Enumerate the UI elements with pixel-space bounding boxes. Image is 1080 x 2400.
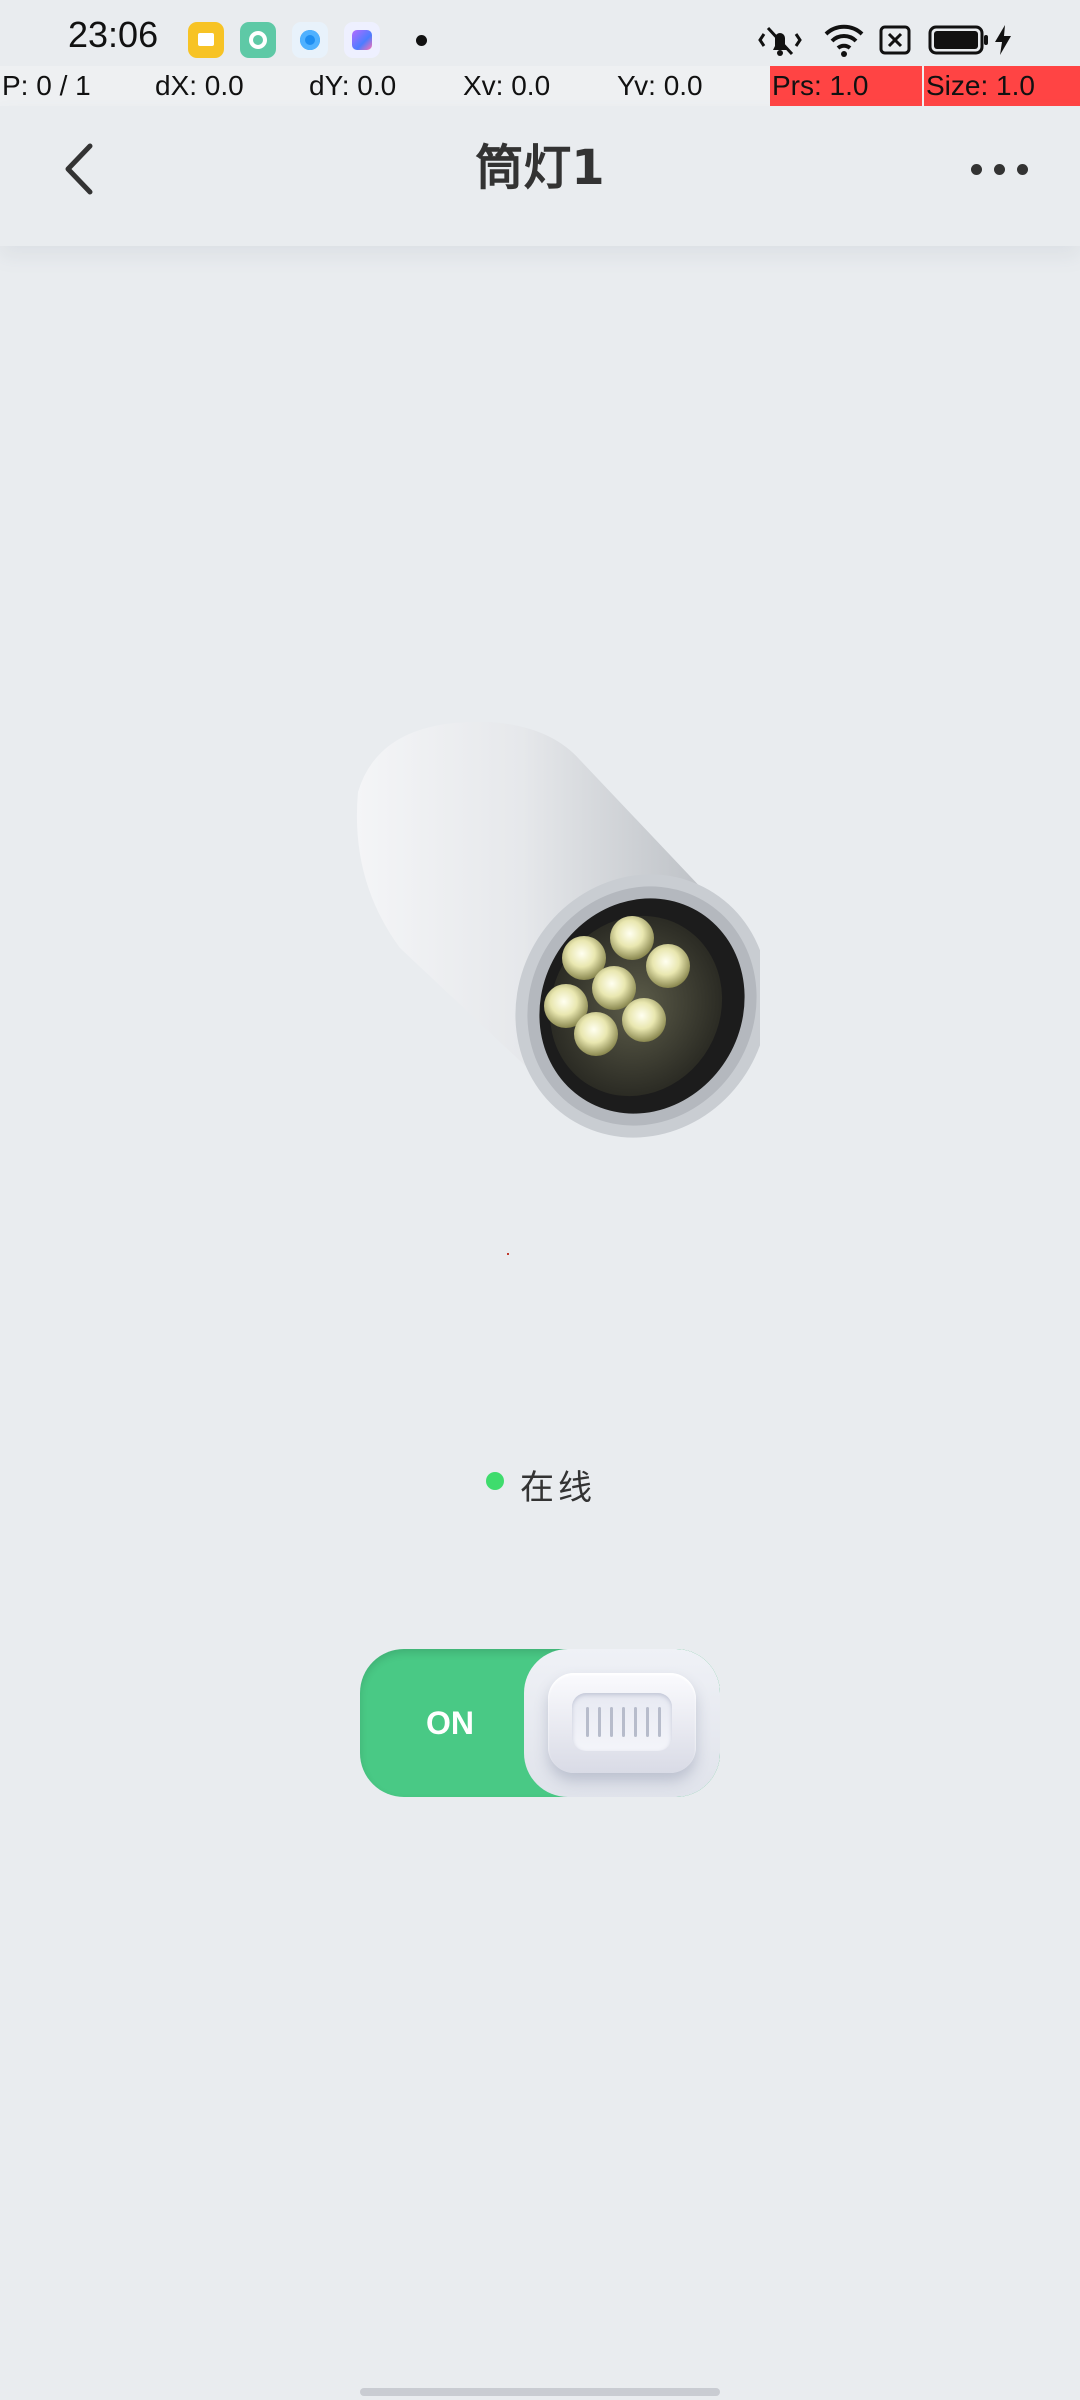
- wifi-icon: [824, 24, 864, 57]
- home-indicator[interactable]: [360, 2388, 720, 2396]
- charging-icon: [995, 25, 1011, 55]
- page-title: 筒灯1: [475, 140, 605, 196]
- pointer-xv: Xv: 0.0: [463, 70, 551, 101]
- pointer-yv: Yv: 0.0: [617, 70, 703, 101]
- online-status-label: 在线: [520, 1468, 596, 1508]
- game-center-icon: [344, 22, 380, 58]
- camera-icon: [240, 22, 276, 58]
- pointer-count: P: 0 / 1: [2, 70, 91, 101]
- knob-grip-icon: [572, 1693, 672, 1751]
- status-time: 23:06: [68, 14, 159, 55]
- pointer-size: Size: 1.0: [924, 66, 1080, 106]
- back-button[interactable]: [50, 126, 114, 210]
- downlight-illustration: [356, 721, 760, 1138]
- status-bar: 23:06: [0, 0, 1080, 66]
- mute-vibrate-icon: [758, 26, 802, 56]
- pointer-dx: dX: 0.0: [155, 70, 244, 101]
- pointer-debug-bar: P: 0 / 1 dX: 0.0 dY: 0.0 Xv: 0.0 Yv: 0.0…: [0, 66, 1080, 106]
- toggle-knob[interactable]: [548, 1673, 696, 1773]
- files-icon: [188, 22, 224, 58]
- power-toggle-label: ON: [426, 1705, 474, 1741]
- pointer-dy: dY: 0.0: [309, 70, 397, 101]
- browser-icon: [292, 22, 328, 58]
- battery-icon: [928, 25, 988, 55]
- notification-dot-icon: [416, 35, 427, 46]
- chevron-left-icon: [65, 143, 93, 195]
- online-indicator-dot: [486, 1472, 504, 1490]
- app-header: 筒灯1: [0, 106, 1080, 246]
- toggle-knob-track: [524, 1649, 720, 1797]
- power-toggle[interactable]: ON: [360, 1649, 720, 1797]
- pointer-pressure: Prs: 1.0: [770, 66, 922, 106]
- red-dot: [507, 1253, 509, 1255]
- no-sim-icon: [879, 25, 911, 55]
- more-button[interactable]: [960, 136, 1040, 200]
